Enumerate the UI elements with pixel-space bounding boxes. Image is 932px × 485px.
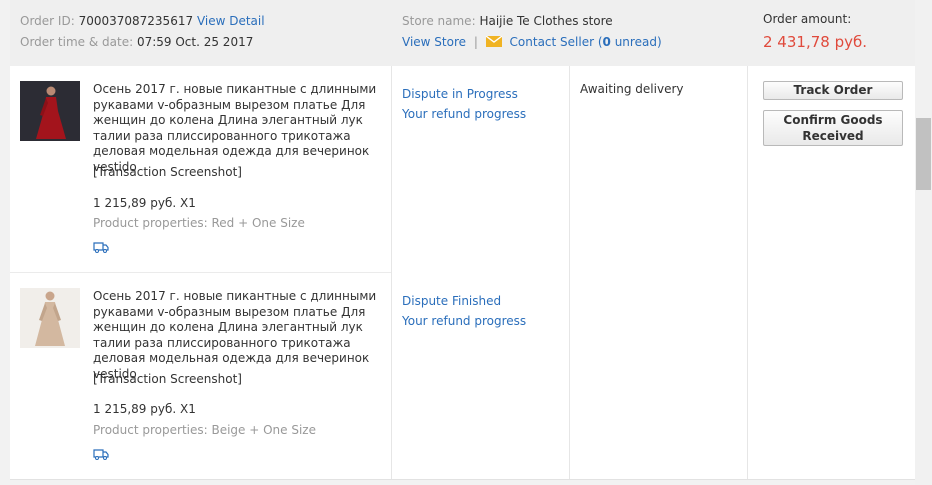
product-title[interactable]: Осень 2017 г. новые пикантные с длинными… xyxy=(93,289,383,382)
product-price: 1 215,89 руб. X1 xyxy=(93,402,196,416)
order-amount-value: 2 431,78 руб. xyxy=(763,33,867,51)
store-name-value: Haijie Te Clothes store xyxy=(479,14,613,28)
transaction-screenshot-link[interactable]: [Transaction Screenshot] xyxy=(93,165,242,179)
order-time-value: 07:59 Oct. 25 2017 xyxy=(136,35,254,49)
row-divider xyxy=(10,272,391,273)
product-thumbnail[interactable] xyxy=(20,81,80,141)
order-id-value: 700037087235617 xyxy=(78,14,194,28)
product-properties: Product properties: Red + One Size xyxy=(93,216,305,230)
scrollbar-thumb[interactable] xyxy=(916,118,931,190)
unread-suffix: unread) xyxy=(610,35,662,49)
store-actions-row: View Store | Contact Seller (0 unread) xyxy=(402,35,662,49)
product-properties: Product properties: Beige + One Size xyxy=(93,423,316,437)
truck-icon xyxy=(93,242,109,253)
confirm-goods-received-button[interactable]: Confirm Goods Received xyxy=(763,110,903,146)
column-divider xyxy=(391,66,392,480)
order-id-label: Order ID: xyxy=(20,14,75,28)
dispute-status-link[interactable]: Dispute Finished xyxy=(402,294,501,308)
track-order-button[interactable]: Track Order xyxy=(763,81,903,100)
transaction-screenshot-link[interactable]: [Transaction Screenshot] xyxy=(93,372,242,386)
contact-seller-link[interactable]: Contact Seller (0 unread) xyxy=(510,35,662,49)
refund-progress-link[interactable]: Your refund progress xyxy=(402,107,526,121)
order-status: Awaiting delivery xyxy=(580,82,684,96)
truck-icon xyxy=(93,449,109,460)
confirm-goods-label-2: Received xyxy=(802,129,864,143)
order-time-row: Order time & date: 07:59 Oct. 25 2017 xyxy=(20,35,253,49)
separator: | xyxy=(473,35,478,49)
product-thumbnail[interactable] xyxy=(20,288,80,348)
order-id-row: Order ID: 700037087235617 View Detail xyxy=(20,14,265,28)
envelope-icon xyxy=(485,35,503,47)
order-amount-label: Order amount: xyxy=(763,12,852,26)
column-divider xyxy=(747,66,748,480)
confirm-goods-label: Confirm Goods xyxy=(783,113,883,127)
unread-count: 0 xyxy=(602,35,611,49)
column-divider xyxy=(569,66,570,480)
view-detail-link[interactable]: View Detail xyxy=(197,14,265,28)
contact-seller-label: Contact Seller ( xyxy=(509,35,603,49)
refund-progress-link[interactable]: Your refund progress xyxy=(402,314,526,328)
scrollbar-track[interactable] xyxy=(915,0,932,485)
panel-bottom-border xyxy=(10,479,915,480)
dispute-status-link[interactable]: Dispute in Progress xyxy=(402,87,518,101)
product-price: 1 215,89 руб. X1 xyxy=(93,196,196,210)
view-store-link[interactable]: View Store xyxy=(402,35,466,49)
order-time-label: Order time & date: xyxy=(20,35,134,49)
store-name-row: Store name: Haijie Te Clothes store xyxy=(402,14,613,28)
product-title[interactable]: Осень 2017 г. новые пикантные с длинными… xyxy=(93,82,383,175)
store-name-label: Store name: xyxy=(402,14,476,28)
